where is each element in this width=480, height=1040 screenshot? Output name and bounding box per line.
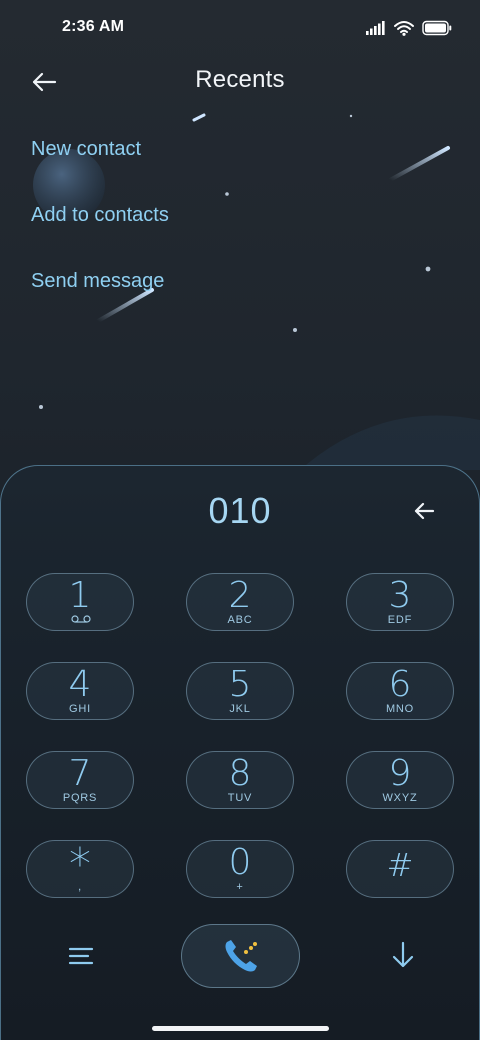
new-contact-link[interactable]: New contact — [31, 136, 169, 202]
meteor-shape — [192, 113, 206, 122]
horizon-arc — [300, 415, 480, 470]
dialed-number: 010 — [208, 490, 272, 531]
key-letters: EDF — [387, 614, 413, 626]
voicemail-icon — [71, 615, 91, 623]
meteor-shape — [388, 146, 450, 182]
key-digit: 1 — [68, 575, 92, 616]
key-letters: TUV — [227, 792, 253, 804]
key-star[interactable]: * , — [26, 840, 134, 898]
star-shape — [293, 328, 297, 332]
key-7[interactable]: 7 PQRS — [26, 751, 134, 809]
key-letters: , — [78, 881, 82, 893]
key-letters: GHI — [69, 703, 91, 715]
key-letters: PQRS — [62, 792, 98, 804]
key-4[interactable]: 4 GHI — [26, 662, 134, 720]
key-digit: * — [69, 839, 91, 890]
send-message-link[interactable]: Send message — [31, 268, 169, 334]
action-list: New contact Add to contacts Send message — [31, 136, 169, 334]
menu-button[interactable] — [67, 944, 95, 968]
add-to-contacts-link[interactable]: Add to contacts — [31, 202, 169, 268]
home-indicator[interactable] — [152, 1026, 329, 1031]
status-time: 2:36 AM — [62, 18, 125, 35]
key-digit: 0 — [228, 842, 252, 883]
header: Recents — [0, 56, 480, 108]
key-digit: # — [386, 846, 414, 884]
star-shape — [225, 192, 229, 196]
key-digit: 5 — [228, 664, 252, 705]
collapse-keypad-button[interactable] — [389, 940, 417, 970]
status-bar: 2:36 AM — [0, 0, 480, 56]
signal-icon — [366, 21, 385, 35]
dial-panel: 010 1 2 ABC 3 EDF 4 GHI 5 JKL 6 MNO 7 PQ… — [0, 465, 480, 1040]
call-button[interactable] — [181, 924, 300, 988]
key-5[interactable]: 5 JKL — [186, 662, 294, 720]
key-hash[interactable]: # — [346, 840, 454, 898]
battery-icon — [422, 20, 452, 36]
key-letters: MNO — [385, 703, 415, 715]
star-shape — [39, 405, 43, 409]
key-digit: 6 — [388, 664, 412, 705]
page-title: Recents — [195, 66, 285, 93]
star-shape — [349, 114, 353, 118]
key-letters: JKL — [229, 703, 251, 715]
dialer-screen: 2:36 AM Recents New contact Add to conta… — [0, 0, 480, 1040]
key-9[interactable]: 9 WXYZ — [346, 751, 454, 809]
key-0[interactable]: 0 + — [186, 840, 294, 898]
backspace-button[interactable] — [409, 496, 439, 526]
key-3[interactable]: 3 EDF — [346, 573, 454, 631]
key-digit: 7 — [68, 753, 92, 794]
phone-call-icon — [225, 940, 257, 972]
status-icons — [366, 18, 452, 38]
key-digit: 9 — [388, 753, 412, 794]
key-8[interactable]: 8 TUV — [186, 751, 294, 809]
dialer-bottom-bar — [1, 923, 480, 989]
key-digit: 4 — [68, 664, 92, 705]
arrow-down-icon — [392, 941, 414, 968]
star-shape — [425, 266, 431, 272]
key-letters: + — [236, 881, 244, 893]
key-6[interactable]: 6 MNO — [346, 662, 454, 720]
backspace-icon — [414, 502, 435, 520]
key-1[interactable]: 1 — [26, 573, 134, 631]
key-2[interactable]: 2 ABC — [186, 573, 294, 631]
wifi-icon — [394, 21, 414, 36]
menu-icon — [68, 947, 94, 965]
key-letters: ABC — [227, 614, 253, 626]
key-letters: WXYZ — [382, 792, 418, 804]
key-digit: 2 — [228, 575, 252, 616]
key-digit: 8 — [228, 753, 252, 794]
key-digit: 3 — [388, 575, 412, 616]
